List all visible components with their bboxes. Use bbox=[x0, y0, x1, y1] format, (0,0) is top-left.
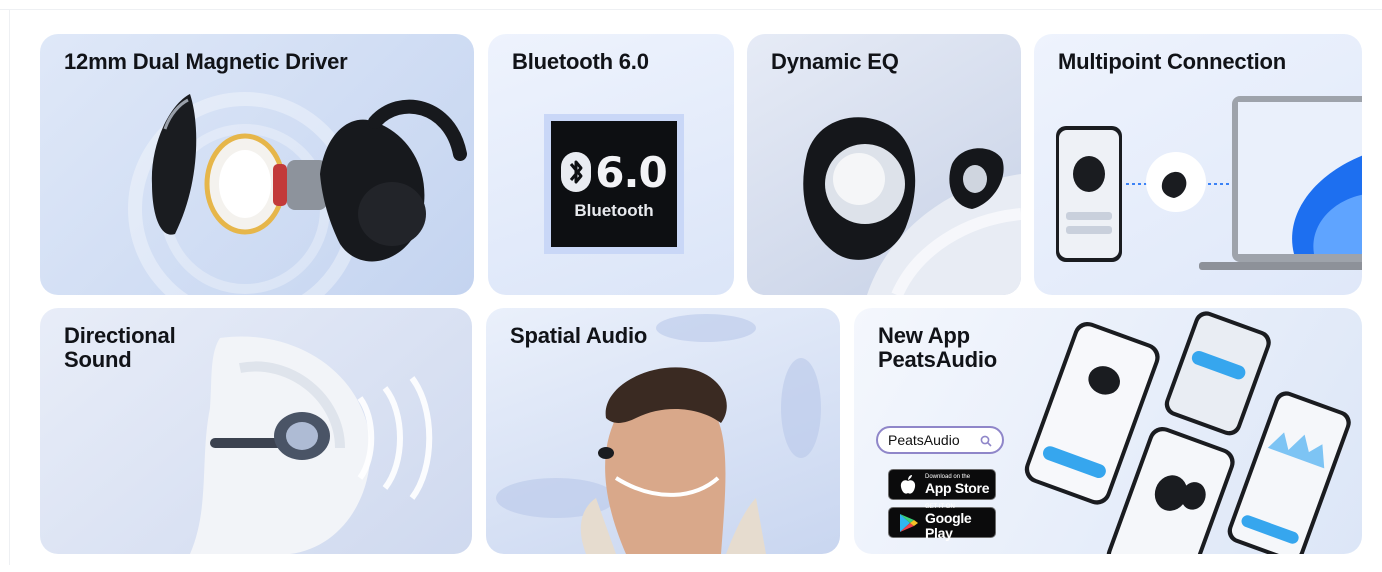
apple-icon bbox=[897, 474, 919, 496]
feature-title: New App PeatsAudio bbox=[878, 323, 998, 372]
googleplay-label: Google Play bbox=[925, 510, 972, 541]
google-play-badge[interactable]: GET IT ON Google Play bbox=[888, 504, 996, 541]
feature-card-spatial: Spatial Audio bbox=[486, 308, 840, 554]
feature-title: Bluetooth 6.0 bbox=[512, 49, 649, 74]
feature-card-bluetooth: Bluetooth 6.0 6.0 Bluetooth bbox=[488, 34, 734, 295]
app-search-text: PeatsAudio bbox=[888, 432, 960, 448]
google-play-icon bbox=[897, 512, 919, 534]
bluetooth-chip: 6.0 Bluetooth bbox=[544, 114, 684, 254]
app-search-field: PeatsAudio bbox=[876, 426, 1004, 454]
appstore-label: App Store bbox=[925, 479, 990, 496]
feature-title: Dynamic EQ bbox=[771, 49, 899, 74]
top-divider bbox=[0, 9, 1382, 10]
feature-title: Spatial Audio bbox=[510, 323, 648, 348]
chip-version: 6.0 bbox=[595, 147, 667, 197]
left-divider bbox=[9, 10, 10, 565]
feature-card-app: New App PeatsAudio PeatsAudio Download o… bbox=[854, 308, 1362, 554]
search-icon bbox=[980, 434, 992, 447]
chip-label: Bluetooth bbox=[574, 200, 654, 220]
bluetooth-icon bbox=[561, 152, 592, 192]
feature-title: Directional Sound bbox=[64, 323, 176, 372]
feature-card-driver: 12mm Dual Magnetic Driver bbox=[40, 34, 474, 295]
feature-card-eq: Dynamic EQ bbox=[747, 34, 1021, 295]
feature-card-multipoint: Multipoint Connection bbox=[1034, 34, 1362, 295]
feature-card-directional: Directional Sound bbox=[40, 308, 472, 554]
feature-title: 12mm Dual Magnetic Driver bbox=[64, 49, 348, 74]
app-store-badge[interactable]: Download on the App Store bbox=[888, 469, 996, 500]
feature-title: Multipoint Connection bbox=[1058, 49, 1286, 74]
